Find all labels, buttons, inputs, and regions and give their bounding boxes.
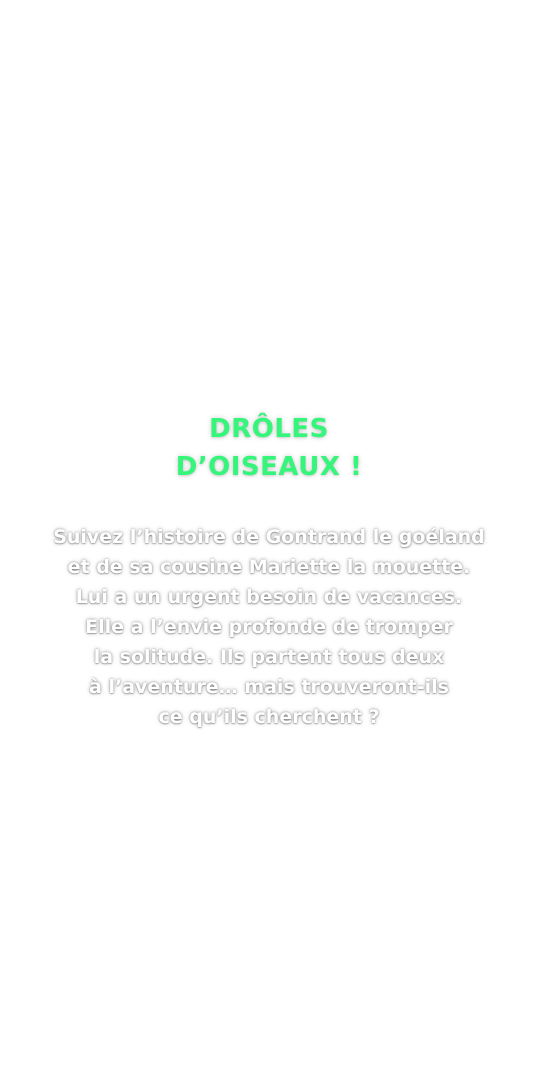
description-line: Suivez l’histoire de Gontrand le goéland (53, 526, 485, 548)
description-line: la solitude. Ils partent tous deux (93, 646, 445, 668)
title-line-2: D’OISEAUX ! (175, 452, 363, 482)
story-card: DRÔLES D’OISEAUX ! Suivez l’histoire de … (0, 410, 538, 748)
description-line: Lui a un urgent besoin de vacances. (75, 586, 463, 608)
description-line: et de sa cousine Mariette la mouette. (67, 556, 471, 578)
story-description: Suivez l’histoire de Gontrand le goéland… (0, 522, 538, 732)
title-line-1: DRÔLES (209, 414, 329, 444)
description-line: Elle a l’envie profonde de tromper (85, 616, 453, 638)
description-line: à l’aventure… mais trouveront-ils (89, 676, 449, 698)
page-title: DRÔLES D’OISEAUX ! (0, 410, 538, 486)
description-line: ce qu’ils cherchent ? (158, 706, 380, 728)
